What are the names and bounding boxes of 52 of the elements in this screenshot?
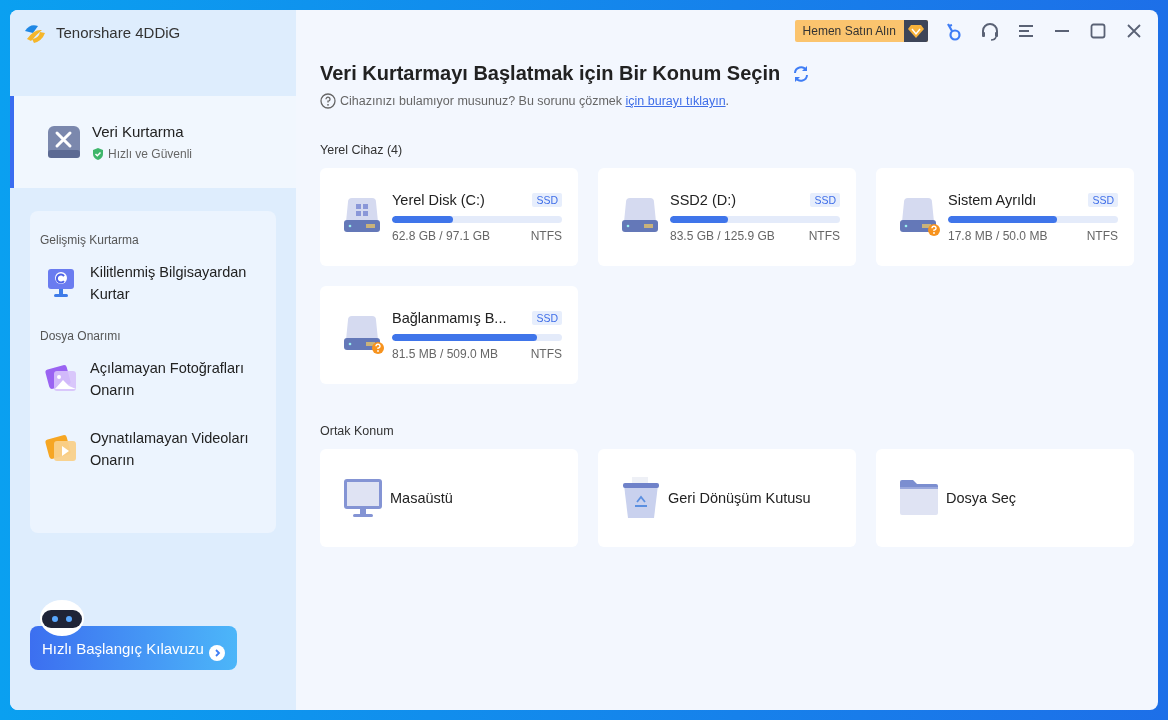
help-link[interactable]: için burayı tıklayın — [625, 94, 726, 108]
drive-name: Yerel Disk (C:) — [392, 191, 485, 208]
location-name: Dosya Seç — [946, 490, 1017, 506]
maximize-icon[interactable] — [1088, 21, 1108, 41]
drive-warning-icon — [898, 196, 940, 238]
drive-usage: 81.5 MB / 509.0 MB — [392, 346, 499, 361]
section-heading: Ortak Konum — [320, 424, 395, 438]
nav-subtitle: Hızlı ve Güvenli — [108, 147, 193, 161]
drive-card[interactable]: SSD2 (D:) SSD 83.5 GB / 125.9 GB NTFS — [598, 168, 856, 266]
drive-card[interactable]: Sistem Ayrıldı SSD 17.8 MB / 50.0 MB NTFS — [876, 168, 1134, 266]
section-heading: Gelişmiş Kurtarma — [40, 233, 140, 247]
location-card[interactable]: Masaüstü — [320, 449, 578, 547]
location-card[interactable]: Dosya Seç — [876, 449, 1134, 547]
location-name: Masaüstü — [390, 490, 453, 506]
drive-type-tag: SSD — [810, 192, 840, 207]
filesystem-label: NTFS — [1086, 228, 1118, 243]
monitor-icon — [342, 476, 384, 520]
refresh-icon[interactable] — [792, 64, 811, 83]
chevron-right-icon — [209, 645, 225, 661]
feature-item[interactable]: Oynatılamayan Videoları Onarın — [40, 425, 266, 473]
app-name: Tenorshare 4DDiG — [56, 23, 181, 43]
shield-check-icon — [92, 148, 104, 160]
drive-type-tag: SSD — [1088, 192, 1118, 207]
drive-usage: 62.8 GB / 97.1 GB — [392, 228, 491, 243]
filesystem-label: NTFS — [808, 228, 840, 243]
help-text: Cihazınızı bulamıyor musunuz? Bu sorunu çözmek için burayı tıklayın. — [340, 94, 730, 108]
section-heading: Yerel Cihaz (4) — [320, 143, 404, 157]
nav-item[interactable]: Veri Kurtarma Hızlı ve Güvenli — [10, 96, 296, 188]
recycle-bin-icon — [620, 476, 662, 520]
drive-name: Sistem Ayrıldı — [948, 191, 1037, 208]
headset-icon[interactable] — [980, 21, 1000, 41]
buy-now-button[interactable]: Hemen Satın Alın — [794, 20, 928, 42]
filesystem-label: NTFS — [530, 228, 562, 243]
diamond-icon — [908, 24, 924, 38]
drive-type-tag: SSD — [532, 310, 562, 325]
drive-card[interactable]: Bağlanmamış B... SSD 81.5 MB / 509.0 MB NTFS — [320, 286, 578, 384]
drive-name: Bağlanmamış B... — [392, 309, 507, 326]
location-card[interactable]: Geri Dönüşüm Kutusu — [598, 449, 856, 547]
filesystem-label: NTFS — [530, 346, 562, 361]
location-name: Geri Dönüşüm Kutusu — [668, 490, 811, 506]
drive-usage: 17.8 MB / 50.0 MB — [948, 228, 1048, 243]
drive-type-tag: SSD — [532, 192, 562, 207]
help-icon — [320, 93, 336, 109]
drive-usage: 83.5 GB / 125.9 GB — [670, 228, 775, 243]
drive-warning-icon — [342, 314, 384, 356]
drive-name: SSD2 (D:) — [670, 191, 737, 208]
page-title: Veri Kurtarmayı Başlatmak için Bir Konum Seçin — [320, 62, 781, 85]
feature-item[interactable]: Açılamayan Fotoğrafları Onarın — [40, 355, 266, 403]
nav-label: Veri Kurtarma — [92, 123, 184, 140]
feature-item[interactable]: Kilitlenmiş Bilgisayardan Kurtar — [40, 259, 266, 307]
drive-card[interactable]: Yerel Disk (C:) SSD 62.8 GB / 97.1 GB NTFS — [320, 168, 578, 266]
section-heading: Dosya Onarımı — [40, 329, 122, 343]
